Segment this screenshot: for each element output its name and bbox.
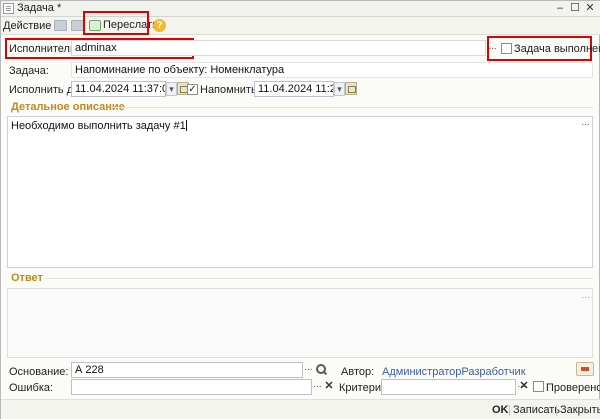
executor-label: Исполнитель:	[9, 43, 79, 55]
basis-select-button[interactable]: ...	[303, 363, 314, 377]
author-link[interactable]: АдминистраторРазработчик	[382, 366, 526, 378]
checked-label: Проверено	[546, 382, 600, 394]
error-label: Ошибка:	[9, 382, 54, 394]
document-icon	[3, 3, 14, 14]
highlight-forward	[83, 11, 149, 35]
executor-field[interactable]: adminax	[71, 40, 486, 56]
answer-section-title: Ответ	[11, 272, 43, 284]
remind-calendar-icon[interactable]	[345, 82, 357, 95]
window-title: Задача *	[17, 2, 62, 14]
due-date-field[interactable]: 11.04.2024 11:37:02	[71, 81, 166, 97]
error-clear-icon[interactable]: ✕	[324, 379, 334, 393]
footer-separator	[509, 405, 510, 416]
remind-checkbox[interactable]: ✓	[187, 84, 198, 95]
close-button[interactable]: ✕	[583, 2, 597, 15]
answer-divider	[45, 278, 593, 279]
author-label: Автор:	[341, 366, 375, 378]
remind-date-field[interactable]: 11.04.2024 11:23:02	[254, 81, 334, 97]
answer-expand-button[interactable]: ...	[580, 291, 591, 305]
completed-checkbox[interactable]	[501, 43, 512, 54]
executor-select-button[interactable]: ...	[487, 42, 498, 56]
checked-checkbox[interactable]	[533, 381, 544, 392]
task-window: Задача * – ☐ ✕ Действие ▾ Переслать ? Ис…	[0, 0, 600, 419]
footer-bar: OK Записать Закрыть	[1, 399, 600, 419]
basis-field[interactable]: А 228	[71, 362, 303, 378]
description-section-title: Детальное описание	[11, 101, 125, 113]
error-field[interactable]	[71, 379, 312, 395]
answer-textarea[interactable]	[7, 288, 593, 358]
criterion-field[interactable]	[381, 379, 516, 395]
description-text: Необходимо выполнить задачу #1	[11, 120, 186, 132]
save-button[interactable]: Записать	[513, 404, 560, 416]
due-dropdown-button[interactable]: ▾	[166, 82, 177, 96]
criterion-clear-icon[interactable]: ✕	[519, 379, 529, 393]
footer-separator	[556, 405, 557, 416]
text-caret	[185, 120, 187, 131]
help-icon[interactable]: ?	[153, 19, 166, 32]
action-menu-button[interactable]: Действие ▾	[3, 19, 60, 32]
task-label: Задача:	[9, 65, 49, 77]
ok-button[interactable]: OK	[492, 404, 509, 416]
maximize-button[interactable]: ☐	[568, 2, 582, 15]
error-select-button[interactable]: ...	[312, 380, 323, 394]
remind-dropdown-button[interactable]: ▾	[334, 82, 345, 96]
description-textarea[interactable]: Необходимо выполнить задачу #1	[7, 116, 593, 268]
basis-label: Основание:	[9, 366, 69, 378]
remind-label: Напомнить:	[200, 84, 260, 96]
edit-icon[interactable]	[576, 362, 594, 376]
search-icon[interactable]	[315, 363, 327, 377]
task-field[interactable]: Напоминание по объекту: Номенклатура	[71, 62, 593, 78]
description-divider	[113, 107, 593, 108]
close-form-button[interactable]: Закрыть	[560, 404, 600, 416]
description-expand-button[interactable]: ...	[580, 118, 591, 132]
minimize-button[interactable]: –	[553, 2, 567, 15]
save-icon[interactable]	[54, 20, 67, 31]
completed-label: Задача выполнена	[514, 43, 600, 55]
